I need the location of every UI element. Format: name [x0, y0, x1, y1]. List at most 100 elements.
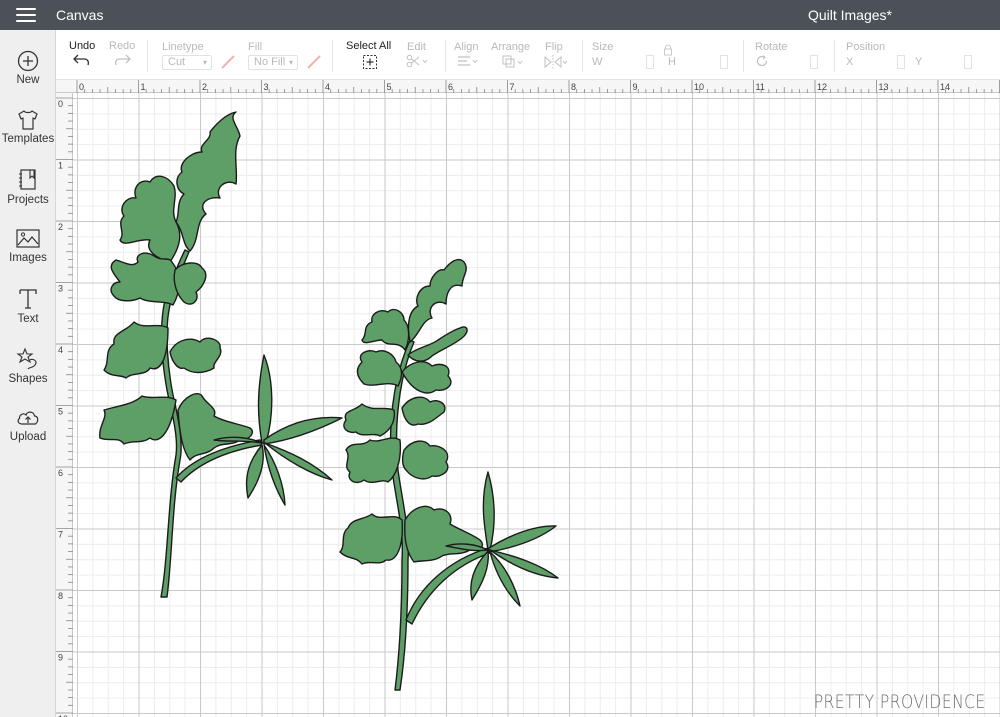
rotate-stepper[interactable] [810, 55, 818, 69]
ruler-label: 5 [387, 82, 392, 92]
toolbar-divider [582, 40, 583, 72]
sidebar-item-new[interactable]: New [0, 50, 56, 106]
leaf-shape[interactable] [257, 354, 273, 444]
edit-control[interactable]: Edit [402, 30, 442, 80]
fill-color-swatch-icon[interactable] [306, 54, 322, 70]
ruler-label: 5 [58, 407, 63, 417]
ruler-label: 6 [58, 468, 63, 478]
hamburger-menu-icon[interactable] [16, 8, 36, 22]
leaf-shape[interactable] [488, 525, 557, 553]
text-t-icon [19, 289, 37, 309]
sidebar-item-label: New [16, 74, 40, 86]
project-title[interactable]: Quilt Images* [808, 7, 892, 23]
leaf-shape[interactable] [401, 440, 449, 480]
scissors-icon [406, 54, 428, 68]
rotate-label: Rotate [755, 41, 788, 53]
ruler-label: 2 [202, 82, 207, 92]
height-field-label: H [668, 56, 676, 68]
leaf-shape[interactable] [103, 321, 169, 379]
arrange-icon [502, 55, 523, 68]
ruler-label: 8 [58, 591, 63, 601]
ruler-label: 13 [879, 82, 889, 92]
sidebar-item-text[interactable]: Text [0, 287, 56, 343]
leaf-shape[interactable] [401, 396, 446, 426]
lock-icon[interactable] [663, 44, 673, 56]
ruler-label: 8 [571, 82, 576, 92]
leaf-shape[interactable] [169, 337, 222, 374]
ruler-label: 12 [817, 82, 827, 92]
position-label: Position [846, 41, 886, 53]
x-stepper[interactable] [897, 55, 905, 69]
leaf-shape[interactable] [404, 505, 484, 563]
vertical-ruler: 012345678910 [56, 93, 73, 717]
arrange-label: Arrange [491, 41, 531, 53]
leaf-shape[interactable] [263, 416, 343, 445]
select-all-icon [363, 55, 377, 69]
linetype-color-swatch-icon[interactable] [220, 54, 236, 70]
flip-icon [544, 55, 568, 69]
ruler-label: 1 [141, 82, 146, 92]
toolbar-divider [332, 40, 333, 72]
y-stepper[interactable] [964, 55, 972, 69]
undo-icon[interactable] [72, 53, 92, 67]
align-control[interactable]: Align [450, 30, 488, 80]
lupine-flower-left[interactable] [99, 111, 343, 598]
fill-dropdown[interactable]: No Fill ▾ [248, 55, 298, 70]
undo-label: Undo [69, 40, 96, 52]
ruler-label: 10 [694, 82, 704, 92]
leaf-shape[interactable] [175, 111, 241, 252]
ruler-label: 4 [325, 82, 330, 92]
sidebar-item-projects[interactable]: Projects [0, 168, 56, 224]
sidebar-item-images[interactable]: Images [0, 228, 56, 284]
lupine-flower-right[interactable] [339, 258, 559, 691]
width-stepper[interactable] [646, 55, 654, 69]
rotate-icon[interactable] [755, 54, 769, 68]
leaf-shape[interactable] [361, 308, 410, 351]
sidebar-item-label: Text [17, 313, 39, 325]
leaf-shape[interactable] [401, 361, 452, 394]
sidebar-item-upload[interactable]: Upload [0, 407, 56, 463]
ruler-label: 7 [58, 530, 63, 540]
leaf-shape[interactable] [119, 175, 181, 263]
x-field-label: X [846, 56, 854, 68]
ruler-label: 7 [510, 82, 515, 92]
linetype-dropdown[interactable]: Cut ▾ [162, 55, 212, 70]
fill-control[interactable]: Fill No Fill ▾ [246, 30, 326, 80]
toolbar-divider [743, 40, 744, 72]
arrange-control[interactable]: Arrange [489, 30, 539, 80]
design-canvas[interactable]: PRETTY PROVIDENCE [73, 93, 1000, 717]
linetype-control[interactable]: Linetype Cut ▾ [160, 30, 240, 80]
leaf-shape[interactable] [173, 262, 207, 305]
redo-icon[interactable] [112, 53, 132, 67]
leaf-shape[interactable] [343, 403, 395, 437]
sidebar-item-label: Projects [7, 194, 49, 206]
leaf-shape[interactable] [339, 513, 403, 565]
sidebar-item-templates[interactable]: Templates [0, 109, 56, 165]
horizontal-ruler-ticks: 0 1 2 3 4 5 6 7 8 9 10 11 12 13 14 [76, 80, 1000, 93]
lupine-flower-artwork[interactable] [73, 93, 1000, 717]
bookmark-book-icon [19, 169, 36, 190]
ruler-label: 14 [940, 82, 950, 92]
height-stepper[interactable] [720, 55, 728, 69]
flip-control[interactable]: Flip [540, 30, 578, 80]
ruler-label: 0 [79, 82, 84, 92]
leaf-shape[interactable] [245, 444, 264, 499]
leaf-shape[interactable] [110, 252, 180, 306]
leaf-shape[interactable] [482, 471, 495, 551]
leaf-shape[interactable] [99, 395, 177, 445]
sidebar-item-shapes[interactable]: Shapes [0, 347, 56, 403]
ruler-label: 9 [633, 82, 638, 92]
ruler-label: 11 [756, 82, 765, 92]
position-control: Position X Y [842, 30, 992, 80]
toolbar-divider [147, 40, 148, 72]
leaf-shape[interactable] [356, 350, 403, 387]
y-field-label: Y [915, 56, 923, 68]
sidebar-item-label: Templates [1, 133, 55, 145]
rotate-control: Rotate [752, 30, 827, 80]
ruler-label: 4 [58, 345, 63, 355]
ruler-label: 1 [58, 161, 63, 171]
leaf-shape[interactable] [345, 437, 402, 484]
sidebar-item-label: Images [9, 252, 47, 264]
select-all-button[interactable]: Select All [341, 30, 401, 80]
size-label: Size [592, 41, 614, 53]
